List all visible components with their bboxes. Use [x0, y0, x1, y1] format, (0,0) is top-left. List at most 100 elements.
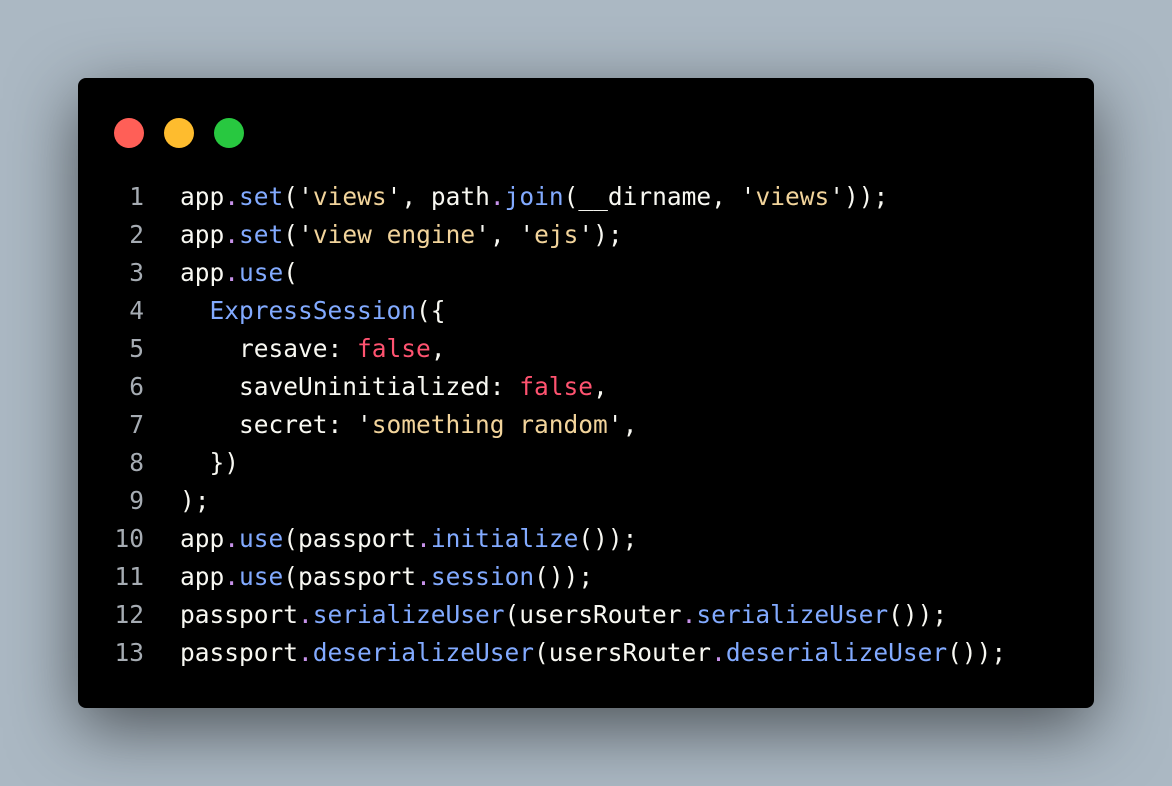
code-text: secret: 'something random',: [180, 406, 637, 444]
code-text: passport.serializeUser(usersRouter.seria…: [180, 596, 947, 634]
code-token: .: [224, 258, 240, 287]
code-text: app.set('view engine', 'ejs');: [180, 216, 623, 254]
code-token: (__dirname,: [563, 182, 741, 211]
code-line: 5 resave: false,: [108, 330, 1074, 368]
line-number: 2: [129, 220, 144, 249]
code-text: app.set('views', path.join(__dirname, 'v…: [180, 178, 888, 216]
code-token: app: [180, 524, 225, 553]
code-token: ExpressSession: [209, 296, 417, 325]
code-token: ': [298, 182, 313, 211]
code-token: serializeUser: [312, 600, 505, 629]
code-token: ());: [534, 562, 594, 591]
code-token: ());: [578, 524, 638, 553]
line-number: 10: [114, 524, 144, 553]
code-token: resave:: [180, 334, 358, 363]
code-line: 4 ExpressSession({: [108, 292, 1074, 330]
code-token: use: [239, 562, 284, 591]
code-token: ': [829, 182, 844, 211]
code-token: ': [475, 220, 490, 249]
code-token: ': [357, 410, 372, 439]
code-line: 13 passport.deserializeUser(usersRouter.d…: [108, 634, 1074, 672]
code-token: .: [298, 600, 313, 629]
code-token: (passport: [283, 562, 417, 591]
code-token: app: [180, 562, 225, 591]
code-token: .: [416, 562, 431, 591]
code-token: (usersRouter: [504, 600, 682, 629]
code-text: passport.deserializeUser(usersRouter.des…: [180, 634, 1006, 672]
code-block: 1 app.set('views', path.join(__dirname, '…: [108, 178, 1074, 672]
minimize-dot-icon[interactable]: [164, 118, 194, 148]
line-number: 7: [129, 410, 144, 439]
code-text: app.use(passport.session());: [180, 558, 593, 596]
code-line: 8 }): [108, 444, 1074, 482]
code-token: views: [755, 182, 830, 211]
code-token: ': [519, 220, 535, 249]
line-number: 9: [129, 486, 144, 515]
code-token: ,: [593, 372, 608, 401]
code-token: (: [283, 182, 299, 211]
code-token: ': [386, 182, 402, 211]
code-token: ejs: [534, 220, 579, 249]
line-number: 11: [114, 562, 144, 591]
line-number: 6: [129, 372, 144, 401]
code-token: ,: [430, 334, 446, 363]
code-token: something random: [371, 410, 608, 439]
code-token: (passport: [283, 524, 417, 553]
code-token: .: [224, 562, 240, 591]
code-token: serializeUser: [696, 600, 889, 629]
code-text: ExpressSession({: [180, 292, 446, 330]
code-token: (usersRouter: [534, 638, 712, 667]
code-text: app.use(passport.initialize());: [180, 520, 637, 558]
code-token: }): [180, 448, 240, 477]
code-line: 11 app.use(passport.session());: [108, 558, 1074, 596]
code-token: ': [607, 410, 623, 439]
code-token: .: [416, 524, 431, 553]
code-line: 6 saveUninitialized: false,: [108, 368, 1074, 406]
code-token: ());: [947, 638, 1007, 667]
code-token: .: [489, 182, 505, 211]
code-token: set: [239, 220, 284, 249]
code-token: app: [180, 220, 225, 249]
code-token: false: [519, 372, 594, 401]
code-line: 1 app.set('views', path.join(__dirname, '…: [108, 178, 1074, 216]
code-token: ': [298, 220, 313, 249]
code-token: initialize: [430, 524, 579, 553]
code-token: .: [224, 182, 240, 211]
line-number: 5: [129, 334, 144, 363]
code-token: );: [180, 486, 210, 515]
close-dot-icon[interactable]: [114, 118, 144, 148]
maximize-dot-icon[interactable]: [214, 118, 244, 148]
code-token: ({: [416, 296, 446, 325]
code-token: ': [578, 220, 594, 249]
code-token: saveUninitialized:: [180, 372, 520, 401]
code-token: use: [239, 524, 284, 553]
code-token: (: [283, 258, 299, 287]
code-token: .: [224, 220, 240, 249]
code-token: passport: [180, 638, 299, 667]
code-text: }): [180, 444, 240, 482]
code-token: ': [740, 182, 756, 211]
code-token: secret:: [180, 410, 358, 439]
code-token: false: [357, 334, 431, 363]
line-number: 13: [114, 638, 144, 667]
code-token: .: [711, 638, 726, 667]
code-token: app: [180, 258, 225, 287]
code-token: view engine: [312, 220, 476, 249]
code-token: ());: [888, 600, 948, 629]
code-token: .: [681, 600, 697, 629]
code-window: 1 app.set('views', path.join(__dirname, '…: [78, 78, 1094, 708]
code-token: (: [283, 220, 299, 249]
code-token: deserializeUser: [312, 638, 535, 667]
code-text: resave: false,: [180, 330, 446, 368]
code-token: );: [593, 220, 623, 249]
code-text: app.use(: [180, 254, 298, 292]
code-token: ));: [843, 182, 889, 211]
code-token: .: [298, 638, 313, 667]
code-line: 12 passport.serializeUser(usersRouter.ser…: [108, 596, 1074, 634]
line-number: 12: [114, 600, 144, 629]
line-number: 4: [129, 296, 144, 325]
code-token: app: [180, 182, 225, 211]
code-token: views: [312, 182, 387, 211]
code-text: );: [180, 482, 210, 520]
